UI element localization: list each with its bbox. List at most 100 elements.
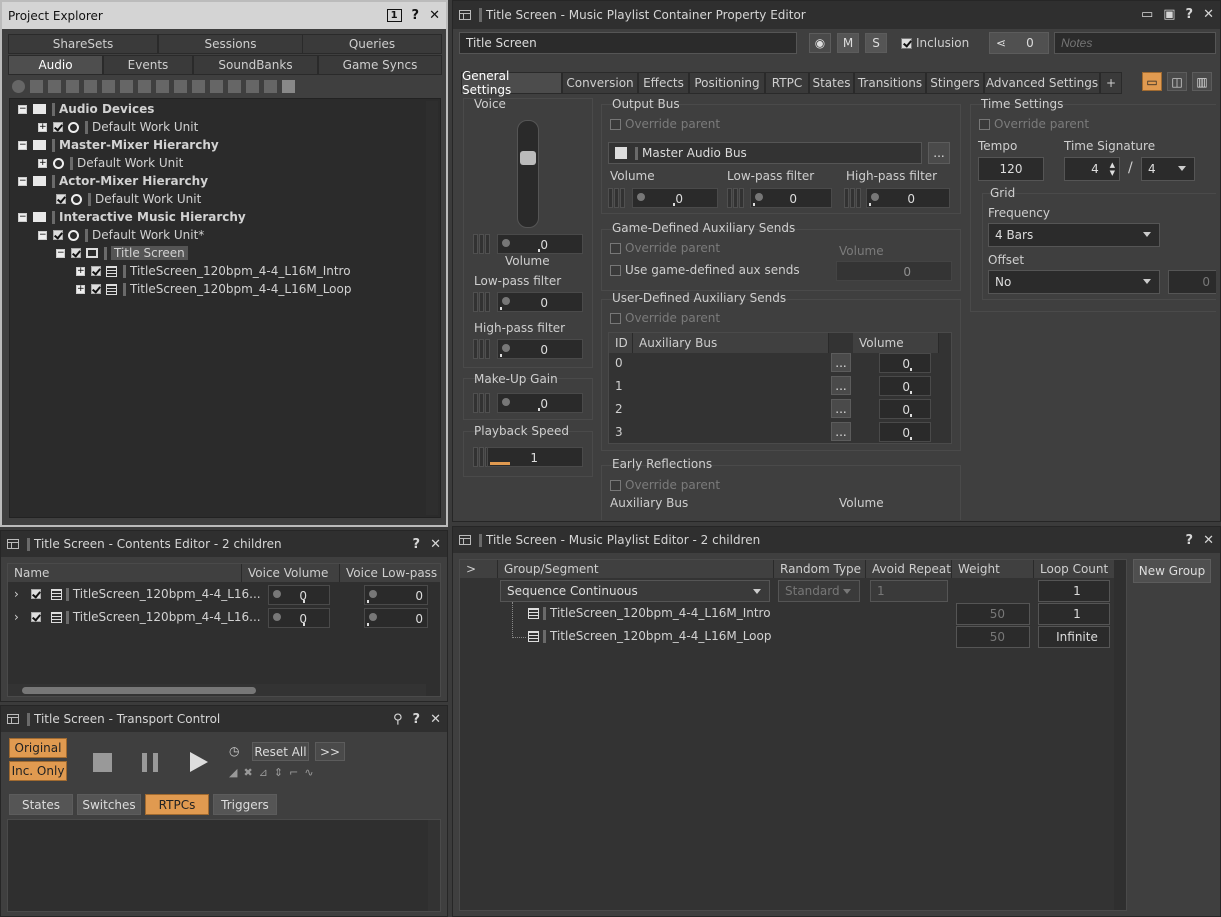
tab-game-syncs[interactable]: Game Syncs xyxy=(318,55,442,75)
weight-field[interactable]: 50 xyxy=(956,603,1030,625)
close-icon[interactable]: ✕ xyxy=(1203,533,1214,548)
tab-positioning[interactable]: Positioning xyxy=(689,72,765,94)
col-header-name[interactable]: Name xyxy=(8,564,242,582)
tab-transitions[interactable]: Transitions xyxy=(854,72,926,94)
toolbar-icon[interactable] xyxy=(174,80,187,93)
tree-row-work-unit[interactable]: + Default Work Unit xyxy=(38,154,183,172)
pin-icon[interactable]: ⚲ xyxy=(393,712,403,727)
toolbar-icon[interactable] xyxy=(12,80,25,93)
single-pane-layout-button[interactable]: ▭ xyxy=(1142,72,1162,91)
time-override-checkbox[interactable] xyxy=(979,119,990,130)
use-game-aux-checkbox[interactable] xyxy=(610,265,621,276)
tab-states[interactable]: States xyxy=(9,794,73,815)
help-icon[interactable]: ? xyxy=(412,8,420,23)
chevron-right-icon[interactable]: › xyxy=(14,610,19,624)
tab-triggers[interactable]: Triggers xyxy=(213,794,277,815)
help-icon[interactable]: ? xyxy=(1186,7,1194,22)
output-lpf-slider[interactable]: 0 xyxy=(750,188,832,208)
playlist-scrollbar[interactable] xyxy=(1114,560,1126,910)
two-pane-layout-button[interactable]: ◫ xyxy=(1167,72,1187,91)
tab-queries[interactable]: Queries xyxy=(302,34,442,54)
new-group-button[interactable]: New Group xyxy=(1133,559,1211,583)
stop-icon[interactable] xyxy=(93,753,112,772)
play-icon[interactable] xyxy=(190,752,208,772)
tree-row-work-unit[interactable]: − Default Work Unit* xyxy=(38,226,204,244)
voice-volume-slider[interactable]: 0 xyxy=(497,234,583,254)
voice-lpf-slider[interactable]: 0 xyxy=(364,608,428,628)
grid-frequency-dropdown[interactable]: 4 Bars xyxy=(988,223,1160,247)
output-override-checkbox[interactable] xyxy=(610,119,621,130)
output-volume-slider[interactable]: 0 xyxy=(632,188,718,208)
volume-fader[interactable] xyxy=(517,120,539,228)
spin-arrows-icon[interactable]: ▲ ▼ xyxy=(1110,161,1115,177)
col-header-weight[interactable]: Weight xyxy=(952,560,1034,578)
toolbar-icon[interactable] xyxy=(84,80,97,93)
open-folder-icon[interactable]: ▭ xyxy=(1141,7,1153,22)
table-row[interactable]: › TitleScreen_120bpm_4-4_L16... xyxy=(14,585,261,603)
time-signature-numerator[interactable]: 4 ▲ ▼ xyxy=(1064,157,1120,181)
tab-stingers[interactable]: Stingers xyxy=(926,72,984,94)
aux-bus-browse-button[interactable]: ... xyxy=(831,353,851,372)
grid-offset-dropdown[interactable]: No xyxy=(988,270,1160,294)
aux-volume-slider[interactable]: 0 xyxy=(879,399,931,419)
playlist-row-loop[interactable]: TitleScreen_120bpm_4-4_L16M_Loop xyxy=(528,627,771,645)
tree-row-master-mixer[interactable]: − Master-Mixer Hierarchy xyxy=(18,136,219,154)
playback-speed-slider[interactable]: 1 xyxy=(487,447,583,467)
expand-icon[interactable]: + xyxy=(38,158,47,168)
early-override-checkbox[interactable] xyxy=(610,480,621,491)
loop-count-field[interactable]: Infinite xyxy=(1038,626,1110,648)
triangle-icon[interactable]: ◢ xyxy=(229,766,237,779)
table-row[interactable]: › TitleScreen_120bpm_4-4_L16... xyxy=(14,608,261,626)
output-hpf-slider[interactable]: 0 xyxy=(866,188,950,208)
wave-icon[interactable]: ∿ xyxy=(304,766,313,779)
color-palette-button[interactable]: ◉ xyxy=(809,33,831,53)
expand-icon[interactable]: + xyxy=(76,284,85,294)
save-icon[interactable]: ▣ xyxy=(1163,7,1175,22)
output-bus-field[interactable]: Master Audio Bus xyxy=(608,142,922,164)
tab-rtpcs[interactable]: RTPCs xyxy=(145,794,209,815)
col-header-random-type[interactable]: Random Type xyxy=(774,560,866,578)
tab-effects[interactable]: Effects xyxy=(638,72,689,94)
include-checkbox[interactable] xyxy=(30,589,41,599)
avoid-repeat-field[interactable]: 1 xyxy=(870,580,948,602)
voice-hpf-slider[interactable]: 0 xyxy=(497,339,583,359)
tab-advanced-settings[interactable]: Advanced Settings xyxy=(984,72,1100,94)
tree-row-work-unit[interactable]: + Default Work Unit xyxy=(38,118,198,136)
tab-rtpc[interactable]: RTPC xyxy=(765,72,809,94)
chevron-right-icon[interactable]: › xyxy=(14,587,19,601)
expand-icon[interactable]: + xyxy=(38,122,47,132)
expand-icon[interactable]: + xyxy=(76,266,85,276)
tab-events[interactable]: Events xyxy=(103,55,193,75)
aux-bus-browse-button[interactable]: ... xyxy=(831,422,851,441)
aux-volume-slider[interactable]: 0 xyxy=(879,376,931,396)
close-icon[interactable]: ✕ xyxy=(430,712,441,727)
collapse-icon[interactable]: − xyxy=(18,104,27,114)
split-icon[interactable]: ⇕ xyxy=(274,766,283,779)
collapse-icon[interactable]: − xyxy=(18,140,27,150)
add-tab-button[interactable]: + xyxy=(1100,72,1122,94)
col-header-voice-lpf[interactable]: Voice Low-pass f xyxy=(340,564,440,582)
include-checkbox[interactable] xyxy=(91,266,101,276)
time-signature-denominator[interactable]: 4 xyxy=(1141,157,1195,181)
toolbar-icon[interactable] xyxy=(210,80,223,93)
toolbar-icon[interactable] xyxy=(228,80,241,93)
three-pane-layout-button[interactable]: ▥ xyxy=(1192,72,1212,91)
toolbar-icon[interactable] xyxy=(282,80,295,93)
col-header-expand[interactable]: > xyxy=(460,560,498,578)
tab-soundbanks[interactable]: SoundBanks xyxy=(193,55,318,75)
fader-handle[interactable] xyxy=(520,151,536,165)
transport-scrollbar[interactable] xyxy=(428,820,440,911)
col-header-group-segment[interactable]: Group/Segment xyxy=(498,560,774,578)
help-icon[interactable]: ? xyxy=(1186,533,1194,548)
toolbar-icon[interactable] xyxy=(48,80,61,93)
aux-bus-browse-button[interactable]: ... xyxy=(831,399,851,418)
window-number-badge[interactable]: 1 xyxy=(386,8,402,22)
tab-sharesets[interactable]: ShareSets xyxy=(8,34,158,54)
include-checkbox[interactable] xyxy=(91,284,101,294)
history-icon[interactable]: ◷ xyxy=(229,744,239,758)
aux-bus-browse-button[interactable]: ... xyxy=(831,376,851,395)
include-checkbox[interactable] xyxy=(30,612,41,622)
include-checkbox[interactable] xyxy=(53,122,63,132)
tree-row-segment-intro[interactable]: + TitleScreen_120bpm_4-4_L16M_Intro xyxy=(76,262,351,280)
collapse-icon[interactable]: − xyxy=(18,212,27,222)
